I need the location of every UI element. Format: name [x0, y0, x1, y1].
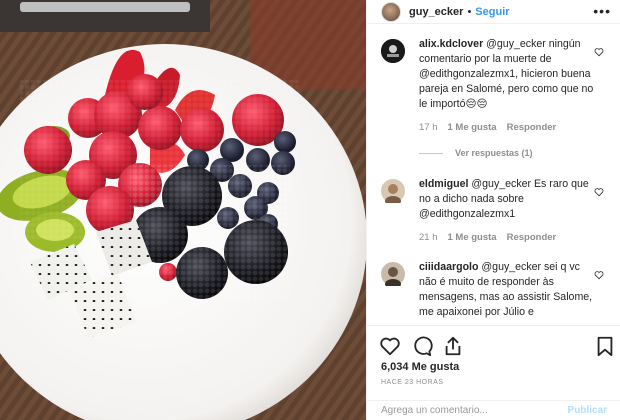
comment-text-wrapper: alix.kdclover @guy_ecker ningún comentar…	[419, 37, 595, 112]
comments-list: alix.kdclover @guy_ecker ningún comentar…	[367, 37, 620, 325]
view-replies-label: Ver respuestas (1)	[455, 148, 533, 158]
comment-likes[interactable]: 1 Me gusta	[448, 122, 497, 133]
comment-item: ciiidaargolo @guy_ecker sei q vc não é m…	[367, 260, 620, 320]
replies-divider	[419, 152, 443, 154]
comment-time: 17 h	[419, 122, 438, 133]
commenter-avatar[interactable]	[381, 179, 405, 206]
comment-username[interactable]: ciiidaargolo	[419, 261, 478, 273]
comment-heart-icon[interactable]	[594, 270, 604, 280]
comment-icon[interactable]	[411, 335, 433, 357]
post-side-panel: guy_ecker • Seguir ••• alix.kdclover @gu…	[366, 0, 620, 420]
comment-heart-icon[interactable]	[594, 187, 604, 197]
action-bar	[367, 325, 620, 365]
heart-icon[interactable]	[379, 335, 401, 357]
comment-text-wrapper: ciiidaargolo @guy_ecker sei q vc não é m…	[419, 260, 595, 320]
view-replies-button[interactable]: Ver respuestas (1)	[419, 148, 595, 158]
comment-text-wrapper: eldmiguel @guy_ecker Es raro que no a di…	[419, 177, 595, 222]
more-options-icon[interactable]: •••	[593, 3, 611, 19]
comment-time: 21 h	[419, 232, 438, 243]
author-avatar[interactable]	[381, 1, 401, 22]
reply-button[interactable]: Responder	[507, 232, 557, 243]
comment-item: eldmiguel @guy_ecker Es raro que no a di…	[367, 177, 620, 243]
header-separator: •	[467, 5, 472, 18]
commenter-avatar[interactable]	[381, 39, 405, 63]
follow-button[interactable]: Seguir	[475, 6, 509, 18]
post-time-ago: HACE 23 HORAS	[381, 379, 444, 386]
comment-likes[interactable]: 1 Me gusta	[448, 232, 497, 243]
post-header: guy_ecker • Seguir •••	[367, 0, 620, 24]
comment-heart-icon[interactable]	[594, 47, 604, 57]
share-icon[interactable]	[442, 335, 464, 357]
commenter-avatar[interactable]	[381, 262, 405, 289]
comment-meta: 21 h 1 Me gusta Responder	[419, 232, 595, 243]
comment-meta: 17 h 1 Me gusta Responder	[419, 122, 595, 133]
comment-input[interactable]	[381, 405, 561, 416]
likes-count[interactable]: 6,034 Me gusta	[381, 361, 459, 373]
comment-username[interactable]: alix.kdclover	[419, 38, 483, 50]
comment-item: alix.kdclover @guy_ecker ningún comentar…	[367, 37, 620, 158]
reply-button[interactable]: Responder	[507, 122, 557, 133]
add-comment-bar: Publicar	[367, 400, 620, 420]
fruit-plate-image	[0, 0, 366, 420]
bookmark-icon[interactable]	[594, 335, 616, 357]
post-photo	[0, 0, 366, 420]
author-username[interactable]: guy_ecker	[409, 6, 463, 18]
comment-username[interactable]: eldmiguel	[419, 178, 468, 190]
publish-button[interactable]: Publicar	[568, 405, 607, 416]
